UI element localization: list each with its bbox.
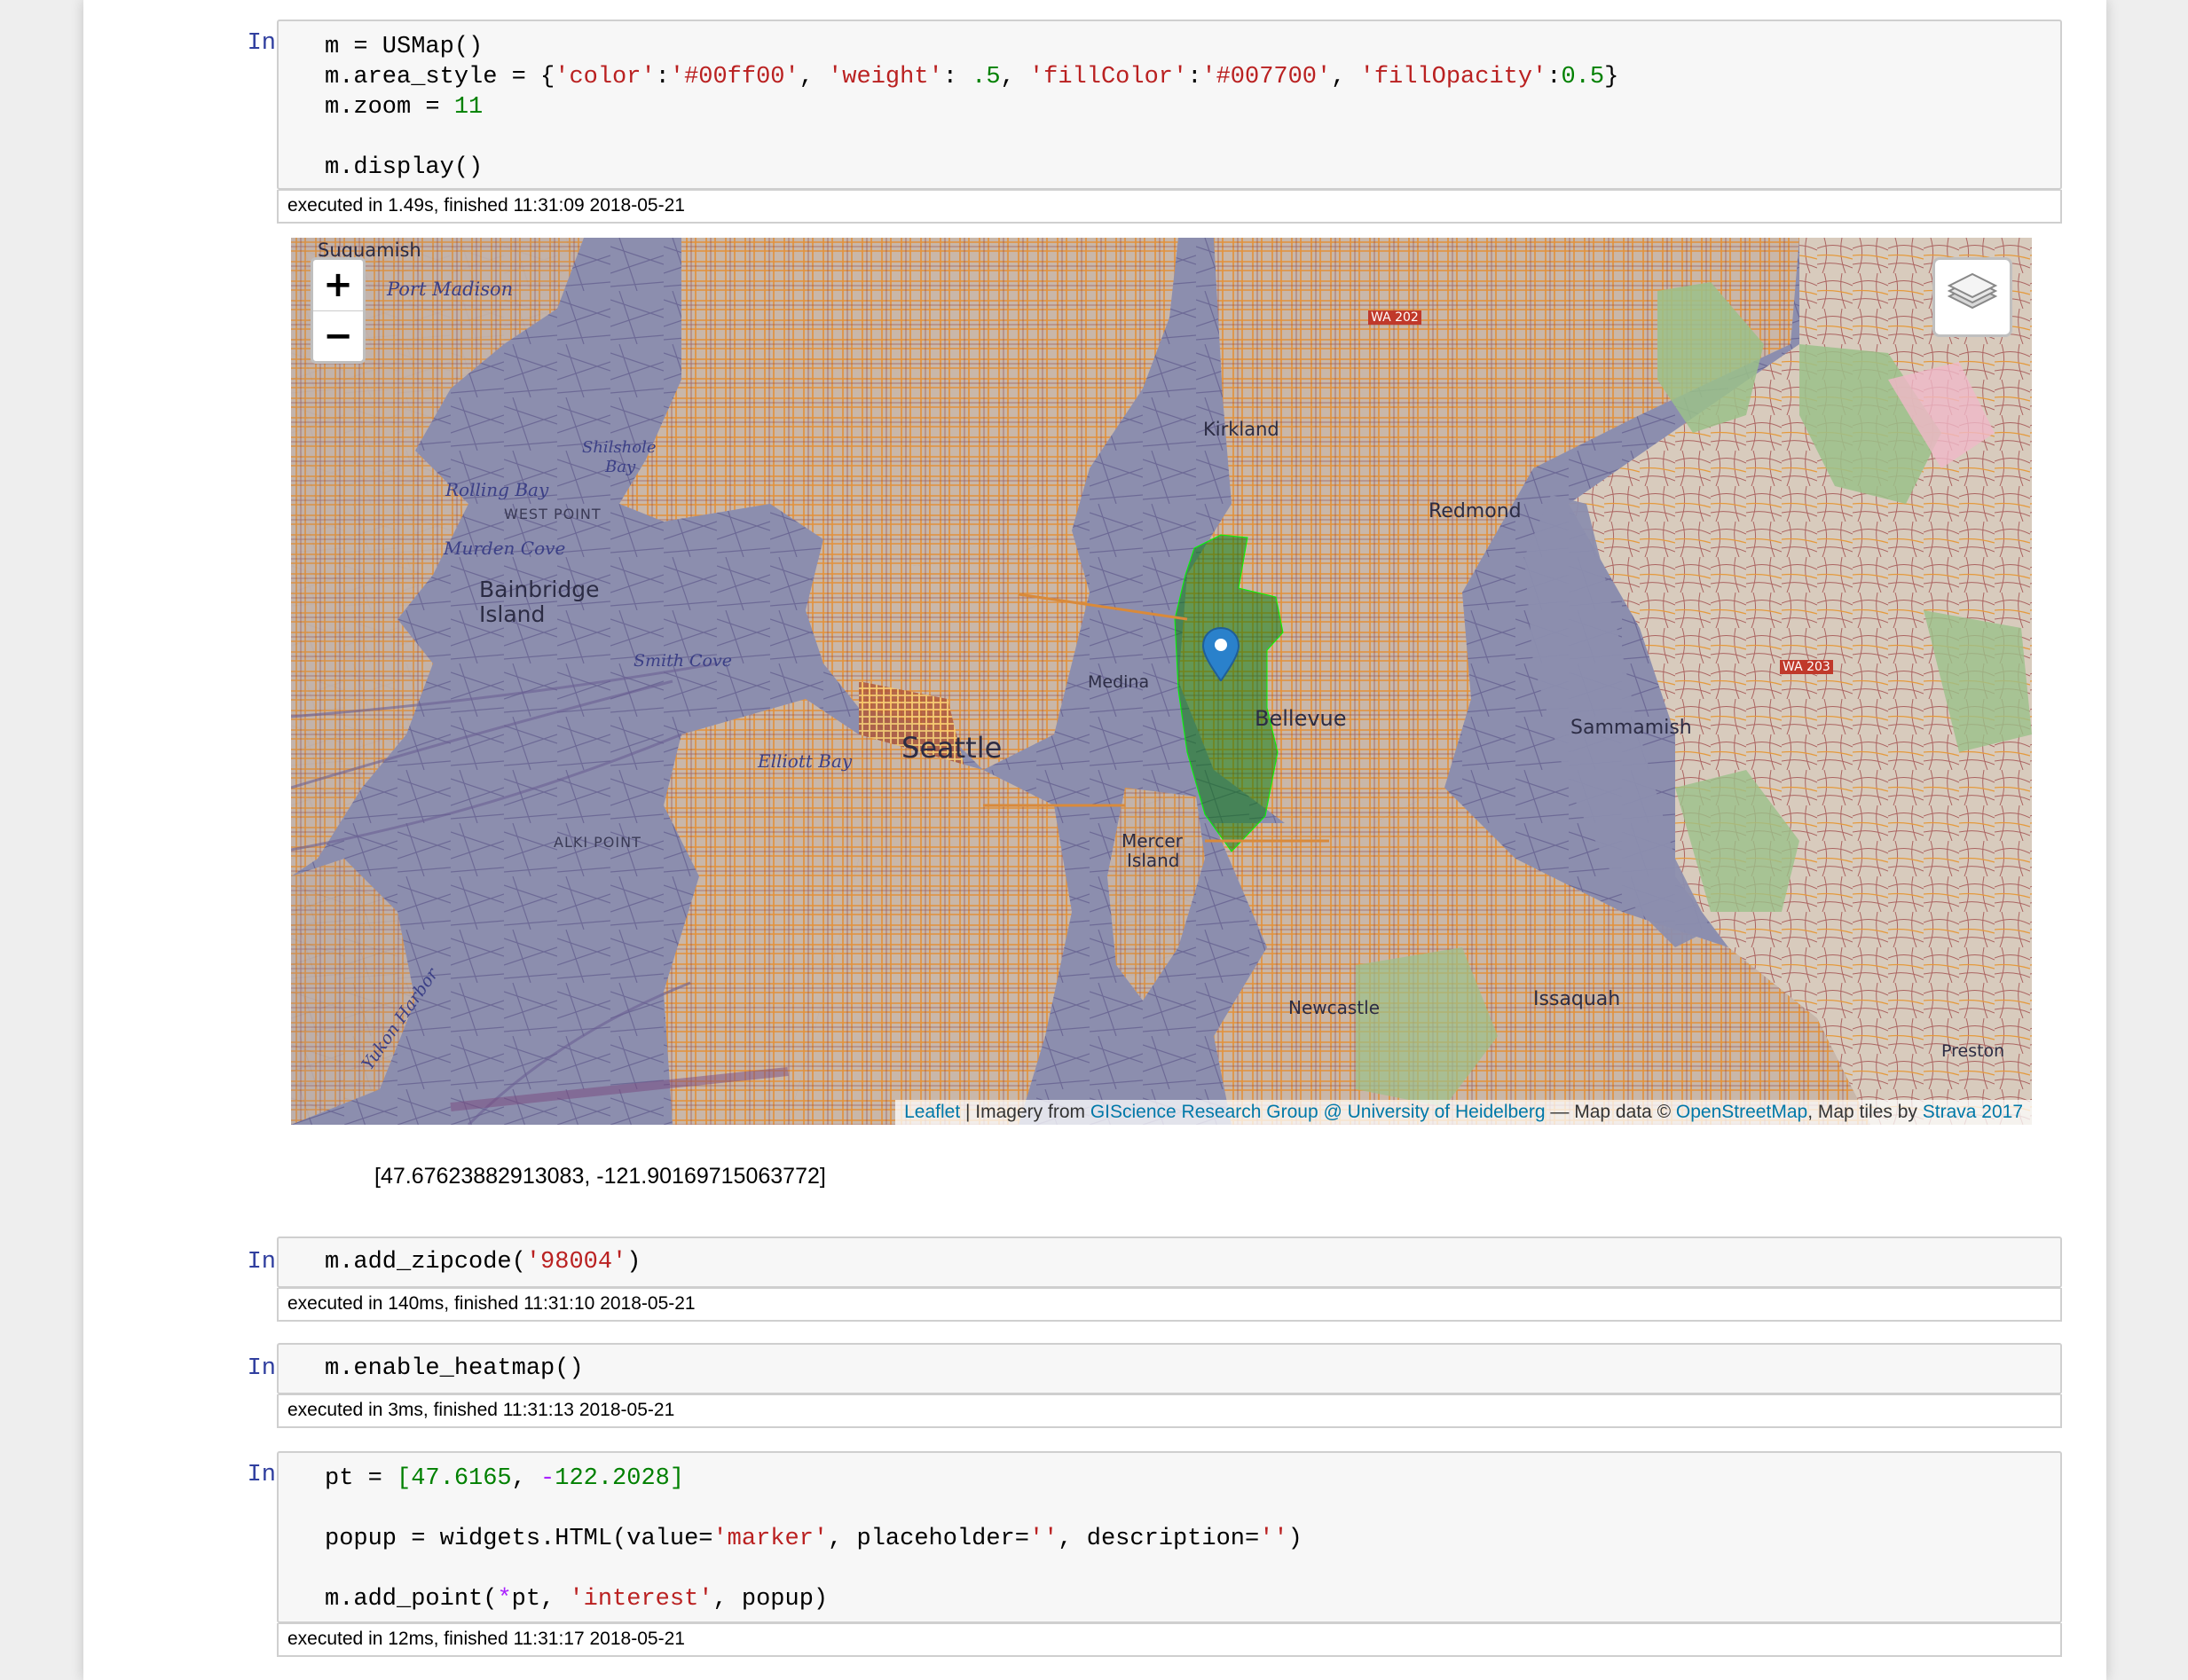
zoom-control: + − — [311, 257, 366, 364]
code-cell-input[interactable]: m.enable_heatmap() — [277, 1343, 2062, 1394]
code-line: m.zoom = 11 — [325, 94, 484, 121]
attribution-text: — Map data © — [1545, 1102, 1676, 1122]
code-line: m.add_zipcode('98004') — [325, 1249, 641, 1276]
execution-time: executed in 12ms, finished 11:31:17 2018… — [277, 1623, 2062, 1657]
place-label: WEST POINT — [504, 506, 602, 522]
place-label: Shilshole — [582, 438, 657, 457]
place-label: Issaquah — [1533, 988, 1621, 1010]
code-line: pt = [47.6165, -122.2028] — [325, 1465, 685, 1492]
place-label: Rolling Bay — [445, 479, 549, 500]
strava-link[interactable]: Strava 2017 — [1923, 1102, 2023, 1122]
layers-icon — [1947, 272, 1998, 310]
place-label: Preston — [1941, 1041, 2005, 1061]
code-line: m.add_point(*pt, 'interest', popup) — [325, 1586, 829, 1613]
zoom-in-button[interactable]: + — [313, 260, 363, 310]
attribution-text: | Imagery from — [960, 1102, 1090, 1122]
place-label: Bainbridge — [479, 577, 600, 602]
place-label: Bay — [605, 458, 636, 476]
code-line: m.area_style = {'color':'#00ff00', 'weig… — [325, 64, 1619, 90]
code-cell-input[interactable]: m.add_zipcode('98004') — [277, 1236, 2062, 1288]
place-label: Kirkland — [1203, 419, 1279, 440]
map-widget[interactable]: Suquamish Port Madison Shilshole Bay Rol… — [291, 238, 2032, 1125]
execution-time: executed in 140ms, finished 11:31:10 201… — [277, 1288, 2062, 1322]
place-label: Smith Cove — [634, 651, 732, 671]
place-label: Redmond — [1428, 500, 1522, 522]
code-line: popup = widgets.HTML(value='marker', pla… — [325, 1526, 1303, 1552]
osm-link[interactable]: OpenStreetMap — [1676, 1102, 1807, 1122]
highway-shield: WA 203 — [1780, 660, 1833, 674]
notebook-page: In [4]: m = USMap() m.area_style = {'col… — [83, 0, 2106, 1680]
code-line: m.enable_heatmap() — [325, 1355, 584, 1382]
code-line: m.display() — [325, 154, 484, 181]
place-label: Murden Cove — [444, 538, 566, 559]
code-line: m = USMap() — [325, 34, 484, 60]
layers-control-button[interactable] — [1932, 257, 2012, 337]
place-label: Elliott Bay — [758, 750, 853, 772]
place-label: Mercer — [1122, 830, 1183, 852]
place-label: Newcastle — [1288, 997, 1380, 1018]
place-label: Island — [479, 601, 546, 627]
gis-link[interactable]: GIScience Research Group @ University of… — [1090, 1102, 1546, 1122]
cell-output: [47.67623882913083, -121.90169715063772] — [374, 1164, 826, 1189]
code-cell-input[interactable]: m = USMap() m.area_style = {'color':'#00… — [277, 20, 2062, 190]
code-cell-input[interactable]: pt = [47.6165, -122.2028] popup = widget… — [277, 1451, 2062, 1623]
leaflet-link[interactable]: Leaflet — [904, 1102, 960, 1122]
attribution-text: , Map tiles by — [1807, 1102, 1923, 1122]
place-label: Seattle — [901, 731, 1003, 765]
place-label: Medina — [1088, 672, 1150, 692]
highway-shield: WA 202 — [1368, 310, 1421, 325]
place-label: Sammamish — [1570, 717, 1692, 739]
execution-time: executed in 1.49s, finished 11:31:09 201… — [277, 190, 2062, 224]
zoom-out-button[interactable]: − — [313, 310, 363, 362]
map-tiles — [291, 238, 2032, 1125]
map-marker-icon[interactable] — [1201, 626, 1240, 683]
place-label: Island — [1127, 850, 1180, 871]
execution-time: executed in 3ms, finished 11:31:13 2018-… — [277, 1394, 2062, 1428]
place-label: Port Madison — [387, 279, 514, 300]
place-label: ALKI POINT — [554, 834, 641, 851]
map-attribution: Leaflet | Imagery from GIScience Researc… — [895, 1100, 2032, 1125]
place-label: Bellevue — [1255, 706, 1347, 731]
